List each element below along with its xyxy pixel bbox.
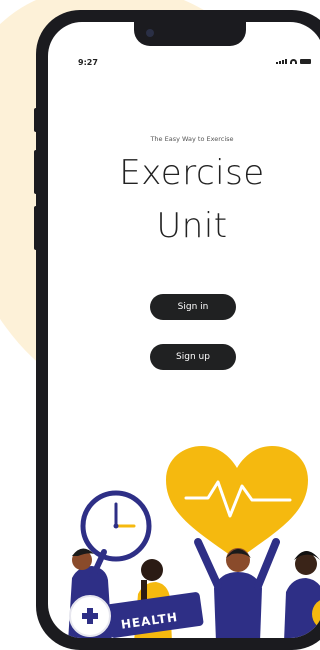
status-time: 9:27 [78,58,98,67]
phone-screen: 9:27 The Easy Way to Exercise Exercise U… [48,22,320,638]
person-raising-heart [194,538,280,638]
battery-icon [300,59,311,64]
app-title-line-1: Exercise [119,153,265,193]
phone-notch [134,22,246,46]
heart-icon [166,446,308,560]
plus-icon [69,595,111,637]
sign-in-button[interactable]: Sign in [150,294,236,320]
clock-icon [80,490,152,562]
person-right [284,551,320,638]
tagline: The Easy Way to Exercise [150,135,234,143]
cellular-signal-icon [276,59,287,64]
sign-up-button[interactable]: Sign up [150,344,236,370]
app-title-line-2: Unit [156,206,228,246]
fitness-illustration: HEALTH [68,446,320,638]
health-banner: HEALTH [106,592,204,638]
phone-frame: 9:27 The Easy Way to Exercise Exercise U… [36,10,320,650]
front-camera-icon [146,29,154,37]
wifi-icon [290,59,297,64]
status-icons [276,59,311,64]
